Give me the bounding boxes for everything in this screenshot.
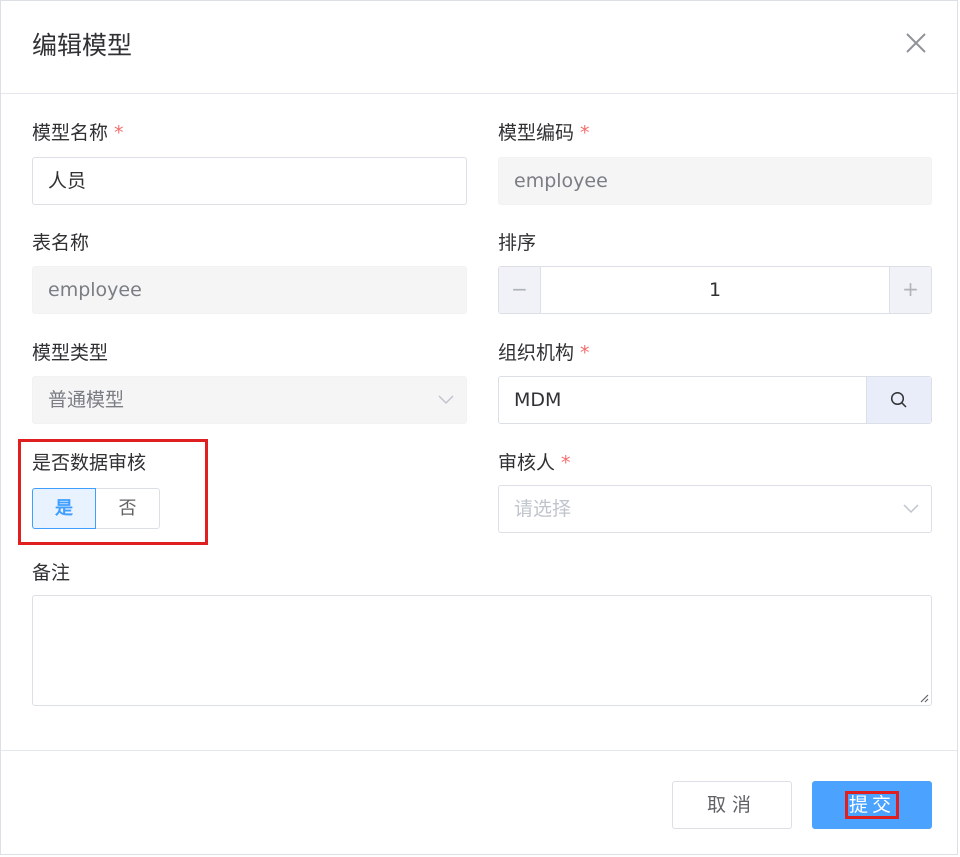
sort-input[interactable]: 1 [541, 267, 889, 313]
model-type-select: 普通模型 [32, 376, 467, 424]
edit-model-dialog: 编辑模型 模型名称 * 人员 模型编码 * employee 表名称 employe… [0, 0, 958, 855]
model-type-label: 模型类型 [32, 342, 109, 364]
required-mark: * [580, 122, 590, 144]
remark-label: 备注 [32, 562, 71, 584]
audit-yes-button[interactable]: 是 [32, 488, 96, 529]
search-icon [890, 391, 907, 408]
resize-handle-icon[interactable] [919, 693, 929, 703]
data-audit-label: 是否数据审核 [32, 452, 147, 474]
dialog-header: 编辑模型 [1, 1, 957, 94]
model-name-label: 模型名称 * [32, 122, 124, 144]
close-icon[interactable] [905, 32, 927, 54]
submit-button[interactable]: 提交 [812, 781, 932, 829]
model-code-input: employee [498, 157, 932, 205]
required-mark: * [561, 452, 571, 474]
required-mark: * [114, 122, 124, 144]
table-name-label: 表名称 [32, 232, 90, 254]
cancel-button[interactable]: 取消 [672, 781, 792, 829]
submit-label: 提交 [844, 791, 899, 819]
auditor-select[interactable]: 请选择 [498, 485, 932, 533]
sort-stepper: − 1 + [498, 266, 932, 314]
dialog-title: 编辑模型 [32, 31, 133, 60]
model-name-input[interactable]: 人员 [32, 157, 467, 205]
chevron-down-icon [903, 504, 919, 514]
table-name-input: employee [32, 266, 467, 314]
audit-no-button[interactable]: 否 [96, 488, 160, 529]
organization-search-button[interactable] [866, 377, 931, 423]
auditor-label: 审核人 * [498, 452, 571, 474]
increment-button[interactable]: + [889, 267, 931, 313]
model-code-label: 模型编码 * [498, 122, 590, 144]
chevron-down-icon [438, 395, 454, 405]
decrement-button[interactable]: − [499, 267, 541, 313]
sort-label: 排序 [498, 232, 537, 254]
required-mark: * [580, 342, 590, 364]
remark-textarea[interactable] [32, 595, 932, 706]
organization-label: 组织机构 * [498, 342, 590, 364]
auditor-placeholder: 请选择 [514, 498, 572, 520]
organization-input[interactable]: MDM [498, 376, 932, 424]
footer-divider [1, 750, 957, 751]
